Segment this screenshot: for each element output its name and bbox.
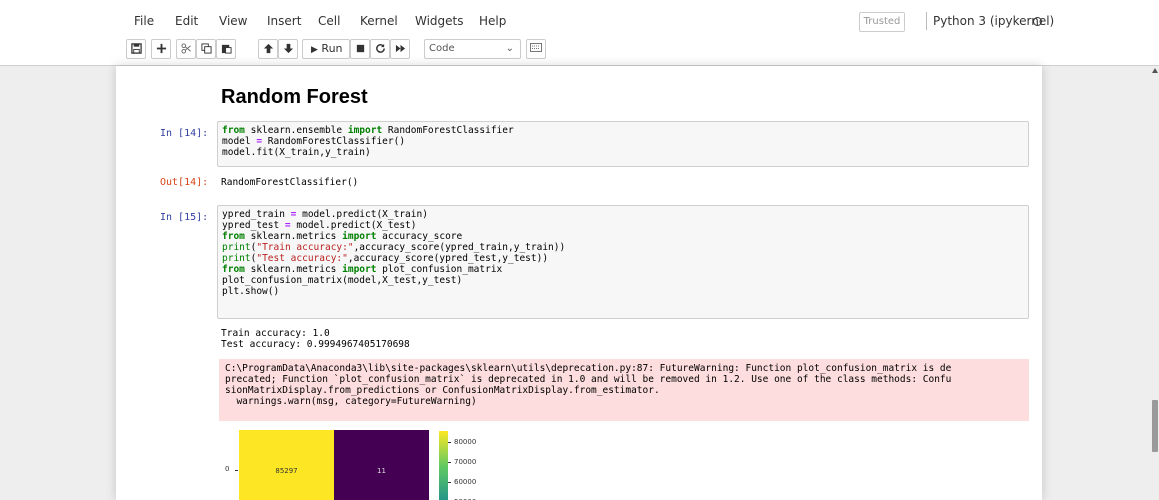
code-line: from sklearn.ensemble import RandomFores…: [222, 125, 514, 136]
command-palette-button[interactable]: [526, 39, 546, 59]
y-tick: [235, 470, 238, 471]
colorbar-tick-label: 80000: [454, 438, 477, 446]
scrollbar-thumb[interactable]: [1152, 400, 1158, 452]
markdown-heading: Random Forest: [221, 86, 368, 108]
restart-run-all-button[interactable]: [390, 39, 410, 59]
menu-edit[interactable]: Edit: [175, 10, 198, 32]
code-line: from sklearn.metrics import plot_confusi…: [222, 264, 503, 275]
menu-help[interactable]: Help: [479, 10, 506, 32]
code-line: print("Test accuracy:",accuracy_score(yp…: [222, 253, 549, 264]
menu-widgets[interactable]: Widgets: [415, 10, 464, 32]
stderr-output: C:\ProgramData\Anaconda3\lib\site-packag…: [219, 359, 1029, 421]
stderr-line: C:\ProgramData\Anaconda3\lib\site-packag…: [225, 363, 952, 374]
code-line: from sklearn.metrics import accuracy_sco…: [222, 231, 463, 242]
cm-cell: [239, 430, 334, 500]
menu-file[interactable]: File: [134, 10, 154, 32]
cut-button[interactable]: [176, 39, 196, 59]
run-label: Run: [321, 42, 343, 55]
in-prompt-15: In [15]:: [160, 212, 209, 223]
code-line: plot_confusion_matrix(model,X_test,y_tes…: [222, 275, 463, 286]
kernel-idle-icon: [1033, 17, 1042, 26]
trusted-indicator[interactable]: Trusted: [859, 12, 905, 32]
arrow-down-icon: [283, 43, 293, 54]
stderr-line: warnings.warn(msg, category=FutureWarnin…: [225, 396, 477, 407]
play-icon: ▶: [311, 45, 318, 55]
restart-button[interactable]: [370, 39, 390, 59]
stdout-line-train: Train accuracy: 1.0: [221, 328, 330, 339]
save-button[interactable]: [126, 39, 146, 59]
move-down-button[interactable]: [278, 39, 298, 59]
paste-icon: [221, 44, 232, 54]
stderr-line: sionMatrixDisplay.from_predictions or Co…: [225, 385, 660, 396]
menu-view[interactable]: View: [219, 10, 247, 32]
code-cell-15[interactable]: ypred_train = model.predict(X_train) ypr…: [217, 205, 1029, 319]
menu-cell[interactable]: Cell: [318, 10, 340, 32]
colorbar-tick: [448, 442, 451, 443]
in-prompt-14: In [14]:: [160, 128, 209, 139]
colorbar-tick: [448, 482, 451, 483]
colorbar-tick: [448, 462, 451, 463]
cell-type-value: Code: [429, 43, 455, 54]
stop-icon: [356, 44, 364, 53]
stderr-line: precated; Function `plot_confusion_matri…: [225, 374, 952, 385]
code-line: ypred_train = model.predict(X_train): [222, 209, 428, 220]
cm-cell: [334, 430, 429, 500]
code-line: model = RandomForestClassifier(): [222, 136, 406, 147]
insert-cell-button[interactable]: [151, 39, 171, 59]
menu-kernel[interactable]: Kernel: [360, 10, 398, 32]
out-prompt-14: Out[14]:: [160, 177, 209, 188]
menu-insert[interactable]: Insert: [267, 10, 301, 32]
plus-icon: [156, 43, 166, 54]
arrow-up-icon: [263, 43, 273, 54]
colorbar-tick-label: 70000: [454, 458, 477, 466]
colorbar-tick-label: 60000: [454, 478, 477, 486]
run-button[interactable]: ▶ Run: [302, 39, 350, 59]
save-icon: [130, 43, 142, 54]
output-14: RandomForestClassifier(): [221, 177, 359, 188]
y-tick-label: 0: [225, 465, 230, 473]
colorbar: [439, 431, 448, 500]
scroll-up-arrow-icon[interactable]: [1152, 68, 1158, 73]
stdout-line-test: Test accuracy: 0.9994967405170698: [221, 339, 410, 350]
cell-type-select[interactable]: Code ⌄: [424, 39, 521, 59]
keyboard-icon: [530, 43, 542, 52]
code-line: ypred_test = model.predict(X_test): [222, 220, 417, 231]
code-line: print("Train accuracy:",accuracy_score(y…: [222, 242, 566, 253]
notebook-container[interactable]: Random Forest In [14]: from sklearn.ense…: [116, 66, 1042, 500]
copy-button[interactable]: [196, 39, 216, 59]
chevron-down-icon: ⌄: [505, 43, 514, 54]
fast-forward-icon: [395, 44, 405, 53]
code-line: plt.show(): [222, 286, 280, 297]
notebook-header: File Edit View Insert Cell Kernel Widget…: [0, 0, 1159, 65]
interrupt-button[interactable]: [350, 39, 370, 59]
cm-cell-value: 11: [377, 467, 386, 475]
move-up-button[interactable]: [258, 39, 278, 59]
code-cell-14[interactable]: from sklearn.ensemble import RandomFores…: [217, 121, 1029, 167]
cm-cell-value: 85297: [275, 467, 298, 475]
scissors-icon: [180, 43, 191, 54]
code-line: model.fit(X_train,y_train): [222, 147, 371, 158]
restart-icon: [375, 43, 385, 53]
copy-icon: [200, 43, 212, 54]
paste-button[interactable]: [216, 39, 236, 59]
